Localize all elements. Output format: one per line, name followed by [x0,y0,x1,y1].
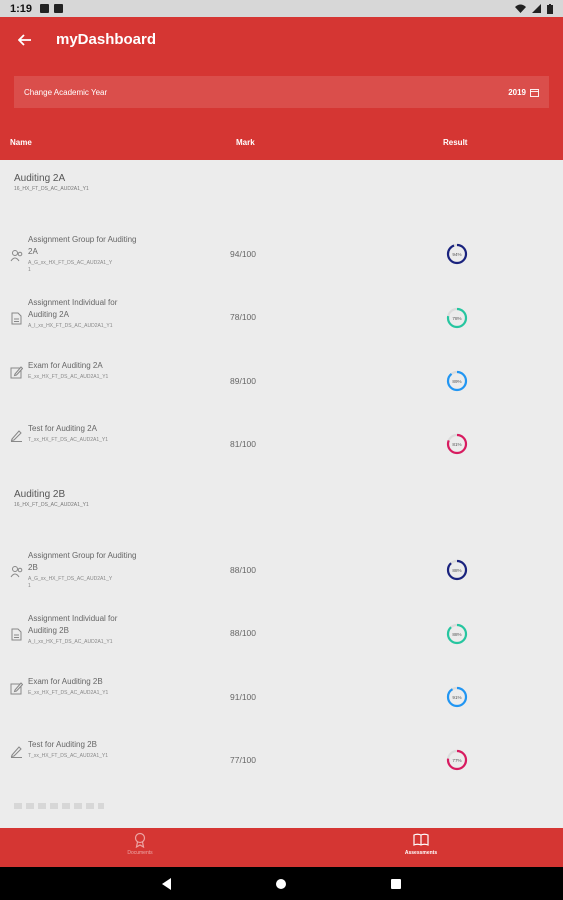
column-header-result: Result [443,138,468,147]
award-icon [134,832,146,848]
assessment-name: Test for Auditing 2B [28,740,97,749]
assessment-mark: 78/100 [230,312,256,322]
assessment-name: Assignment Group for Auditing 2A [28,235,137,256]
edit-icon [10,366,23,379]
notification-icon [40,4,50,13]
assessment-code-suffix: 1 [28,583,31,589]
result-percent: 89% [452,379,461,384]
course-code: 16_HX_FT_DS_AC_AUD2A1_Y1 [14,186,89,192]
assessment-code: A_G_xx_HX_FT_DS_AC_AUD2A1_Y [28,260,113,266]
assessment-name: Test for Auditing 2A [28,424,97,433]
result-ring: 88% [446,623,468,645]
assessment-name: Assignment Group for Auditing 2B [28,551,137,572]
assessment-mark: 88/100 [230,628,256,638]
result-percent: 81% [452,442,461,447]
assessment-row[interactable]: Assignment Group for Auditing 2A A_G_xx_… [0,233,563,283]
nav-assessments-label: Assessments [404,850,438,856]
calendar-icon [530,88,539,97]
bottom-navigation: Documents Assessments [0,828,563,867]
assessment-code: T_xx_HX_FT_DS_AC_AUD2A1_Y1 [28,437,109,443]
edit-icon [10,682,23,695]
result-ring: 88% [446,559,468,581]
assessment-list[interactable]: Auditing 2A 16_HX_FT_DS_AC_AUD2A1_Y1 Ass… [0,160,563,828]
status-time: 1:19 [10,2,33,15]
book-open-icon [413,833,429,846]
assessment-row[interactable]: Exam for Auditing 2A E_xx_HX_FT_DS_AC_AU… [0,359,563,409]
assessment-mark: 81/100 [230,439,256,449]
result-percent: 78% [452,316,461,321]
result-ring: 91% [446,686,468,708]
result-ring: 89% [446,370,468,392]
academic-year-label: Change Academic Year [24,87,108,97]
result-percent: 77% [452,758,461,763]
back-triangle-icon[interactable] [162,877,171,890]
assessment-code: A_I_xx_HX_FT_DS_AC_AUD2A1_Y1 [28,323,113,329]
column-header-mark: Mark [236,138,255,147]
assessment-row[interactable]: Assignment Group for Auditing 2B A_G_xx_… [0,549,563,599]
assessment-code: E_xx_HX_FT_DS_AC_AUD2A1_Y1 [28,374,109,380]
assessment-code-suffix: 1 [28,267,31,273]
signal-icon [532,4,541,13]
assessment-code: A_I_xx_HX_FT_DS_AC_AUD2A1_Y1 [28,639,113,645]
group-icon [10,250,23,262]
assessment-row[interactable]: Exam for Auditing 2B E_xx_HX_FT_DS_AC_AU… [0,675,563,725]
assessment-mark: 88/100 [230,565,256,575]
result-ring: 81% [446,433,468,455]
column-header-name: Name [10,138,32,147]
assessment-name: Assignment Individual for Auditing 2A [28,298,118,319]
status-bar: 1:19 [0,0,563,17]
course-title: Auditing 2A [14,173,66,184]
result-ring: 94% [446,243,468,265]
group-icon [10,566,23,578]
assessment-mark: 91/100 [230,692,256,702]
assessment-row[interactable]: Assignment Individual for Auditing 2B A_… [0,612,563,662]
course-code: 16_HX_FT_DS_AC_AUD2A1_Y1 [14,502,89,508]
academic-year-value: 2019 [508,87,526,97]
pencil-icon [10,746,22,758]
assessment-mark: 77/100 [230,755,256,765]
result-ring: 78% [446,307,468,329]
recents-square-icon[interactable] [391,878,401,889]
academic-year-selector[interactable]: Change Academic Year 2019 [14,76,549,108]
home-circle-icon[interactable] [276,878,286,889]
nav-documents-label: Documents [127,850,153,856]
assessment-name: Exam for Auditing 2A [28,361,103,370]
result-percent: 88% [452,568,461,573]
nav-documents[interactable]: Documents [80,832,200,856]
back-button[interactable] [12,27,38,53]
assessment-code: E_xx_HX_FT_DS_AC_AUD2A1_Y1 [28,690,109,696]
assessment-row[interactable]: Test for Auditing 2A T_xx_HX_FT_DS_AC_AU… [0,422,563,472]
assessment-row[interactable]: Test for Auditing 2B T_xx_HX_FT_DS_AC_AU… [0,738,563,788]
assessment-name: Exam for Auditing 2B [28,677,103,686]
document-icon [11,312,22,325]
next-course-title-faded [14,803,104,809]
arrow-left-icon [18,34,31,46]
nav-assessments[interactable]: Assessments [361,832,481,856]
assessment-name: Assignment Individual for Auditing 2B [28,614,118,635]
pencil-icon [10,430,22,442]
sim-icon [54,4,64,13]
battery-icon [547,3,553,14]
assessment-code: A_G_xx_HX_FT_DS_AC_AUD2A1_Y [28,576,113,582]
app-bar: myDashboard Change Academic Year 2019 Na… [0,17,563,160]
wifi-icon [515,4,526,13]
assessment-code: T_xx_HX_FT_DS_AC_AUD2A1_Y1 [28,753,109,759]
page-title: myDashboard [56,31,157,48]
system-navigation-bar [0,867,563,900]
course-title: Auditing 2B [14,489,66,500]
assessment-row[interactable]: Assignment Individual for Auditing 2A A_… [0,296,563,346]
result-ring: 77% [446,749,468,771]
result-percent: 91% [452,695,461,700]
assessment-mark: 89/100 [230,376,256,386]
result-percent: 94% [452,252,461,257]
assessment-mark: 94/100 [230,249,256,259]
result-percent: 88% [452,632,461,637]
document-icon [11,628,22,641]
